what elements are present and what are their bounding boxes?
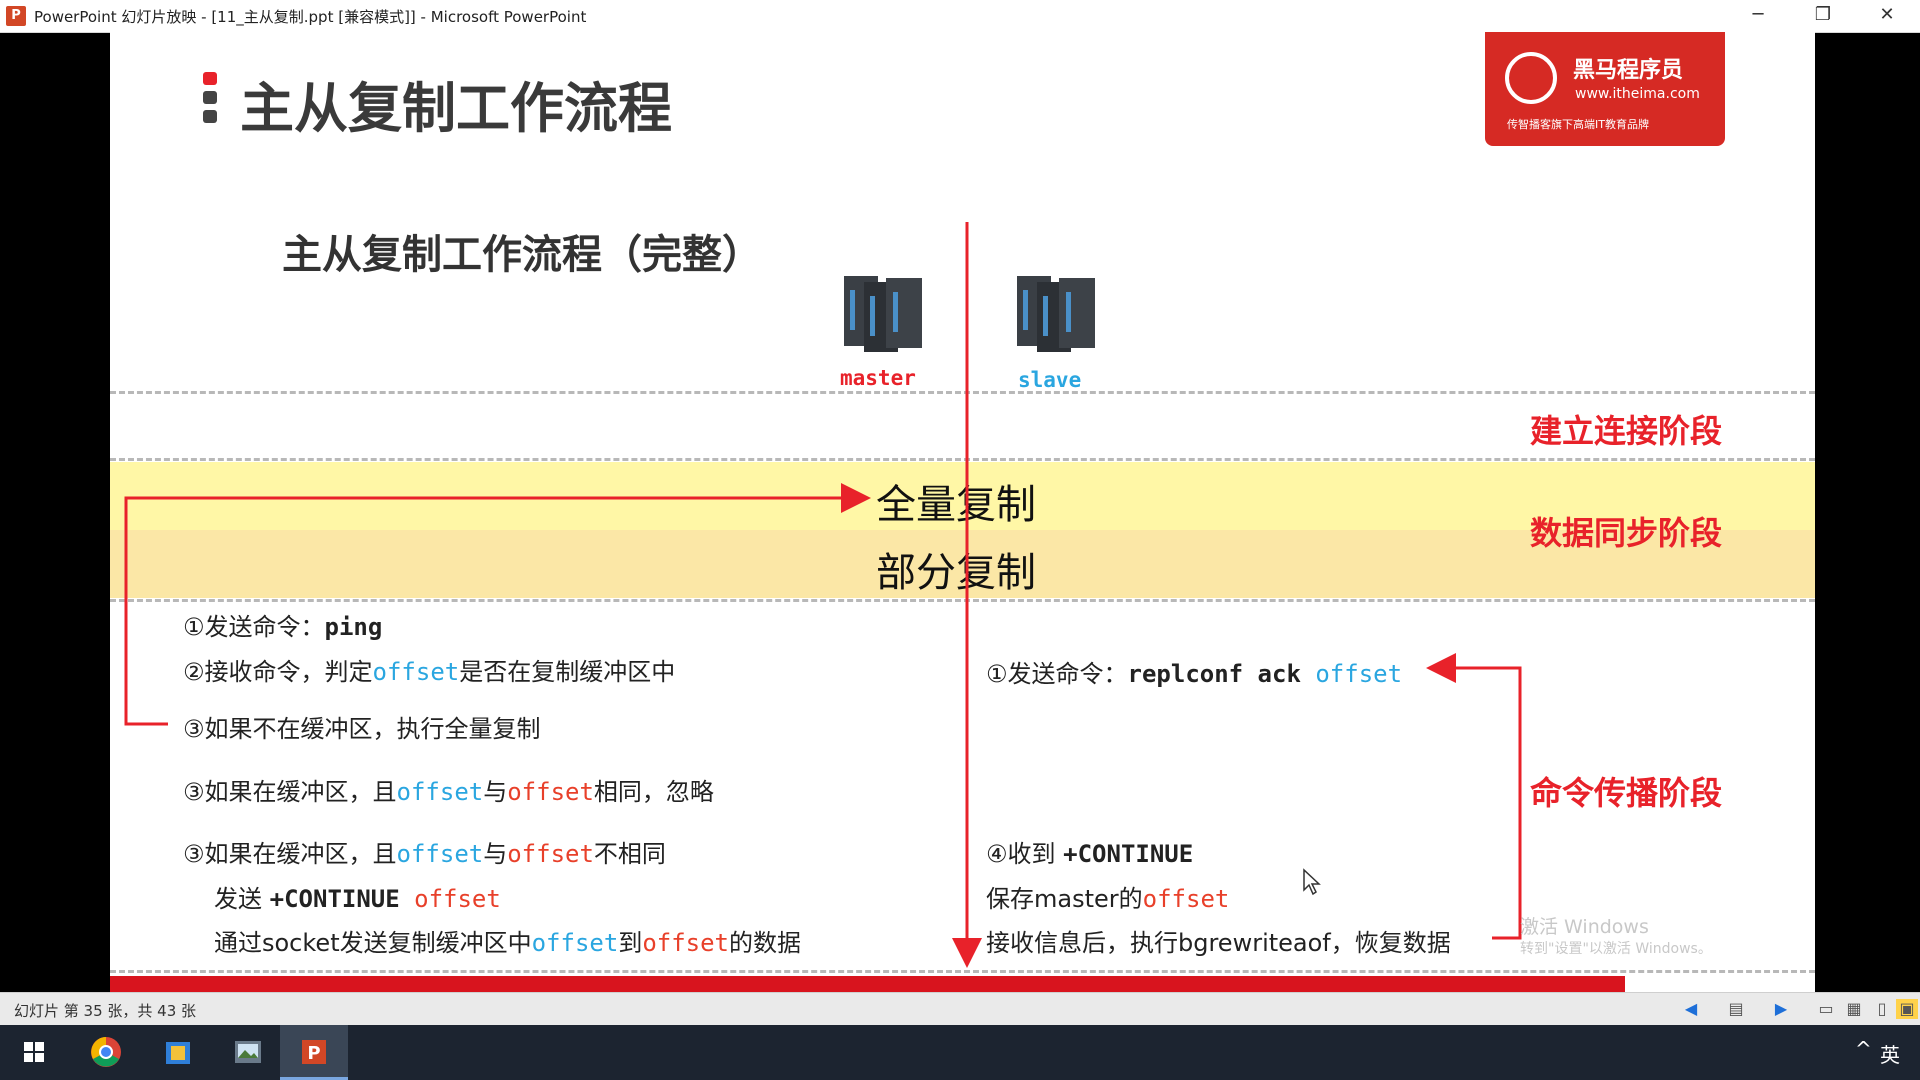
activate-windows-hint: 转到"设置"以激活 Windows。: [1520, 941, 1712, 957]
slide-counter: 幻灯片 第 35 张，共 43 张: [14, 1002, 197, 1020]
close-button[interactable]: ✕: [1864, 0, 1910, 32]
right-step-receive-continue: ④收到 +CONTINUE: [986, 840, 1194, 868]
normal-view-icon[interactable]: ▭: [1815, 999, 1837, 1019]
slideshow-view-icon[interactable]: ▣: [1896, 999, 1918, 1019]
taskbar-image-viewer[interactable]: [214, 1025, 282, 1080]
taskbar-chrome[interactable]: [72, 1025, 140, 1080]
left-step-diff-offset: ③如果在缓冲区，且offset与offset不相同: [183, 840, 666, 868]
chrome-icon: [91, 1037, 121, 1067]
input-language-indicator[interactable]: 英: [1880, 1039, 1900, 1068]
powerpoint-icon: P: [302, 1040, 326, 1064]
left-step-ping: ①发送命令：ping: [183, 613, 383, 641]
start-button[interactable]: [0, 1025, 68, 1080]
right-step-save-offset: 保存master的offset: [986, 885, 1230, 913]
left-step-full-copy: ③如果不在缓冲区，执行全量复制: [183, 715, 541, 743]
powerpoint-app-icon[interactable]: P: [6, 6, 26, 26]
next-slide-icon[interactable]: ▶: [1770, 999, 1792, 1019]
minimize-button[interactable]: ─: [1735, 0, 1781, 32]
ack-loop-arrow: [1426, 653, 1522, 940]
restore-button[interactable]: ❐: [1800, 0, 1846, 32]
windows-logo-icon: [24, 1042, 44, 1062]
left-step-check-offset: ②接收命令，判定offset是否在复制缓冲区中: [183, 658, 676, 686]
slide-menu-icon[interactable]: ▤: [1725, 999, 1747, 1019]
folder-icon: [166, 1042, 190, 1064]
image-app-icon: [235, 1041, 261, 1063]
svg-text:P: P: [307, 1043, 320, 1064]
left-step-send-data: 通过socket发送复制缓冲区中offset到offset的数据: [214, 929, 802, 957]
taskbar-powerpoint[interactable]: P: [280, 1025, 348, 1080]
windows-taskbar: P ^ 英: [0, 1025, 1920, 1080]
taskbar-file-explorer[interactable]: [144, 1025, 212, 1080]
left-step-same-offset: ③如果在缓冲区，且offset与offset相同，忽略: [183, 778, 714, 806]
status-bar: 幻灯片 第 35 张，共 43 张 ◀ ▤ ▶ ▭ ▦ ▯ ▣: [0, 992, 1920, 1026]
left-step-send-continue: 发送 +CONTINUE offset: [214, 885, 501, 913]
slide-canvas[interactable]: 主从复制工作流程 黑马程序员 www.itheima.com 传智播客旗下高端I…: [110, 32, 1815, 992]
right-step-replconf: ①发送命令：replconf ack offset: [986, 660, 1403, 688]
window-title: PowerPoint 幻灯片放映 - [11_主从复制.ppt [兼容模式]] …: [34, 8, 587, 26]
activate-windows-title: 激活 Windows: [1520, 916, 1649, 938]
slide-footer-bar: [110, 976, 1625, 992]
reading-view-icon[interactable]: ▯: [1871, 999, 1893, 1019]
right-step-restore: 接收信息后，执行bgrewriteaof，恢复数据: [986, 929, 1451, 957]
tray-overflow-chevron-icon[interactable]: ^: [1855, 1037, 1872, 1061]
slide-sorter-icon[interactable]: ▦: [1843, 999, 1865, 1019]
window-title-bar: P PowerPoint 幻灯片放映 - [11_主从复制.ppt [兼容模式]…: [0, 0, 1920, 33]
previous-slide-icon[interactable]: ◀: [1680, 999, 1702, 1019]
mouse-cursor-icon: [1303, 868, 1321, 896]
